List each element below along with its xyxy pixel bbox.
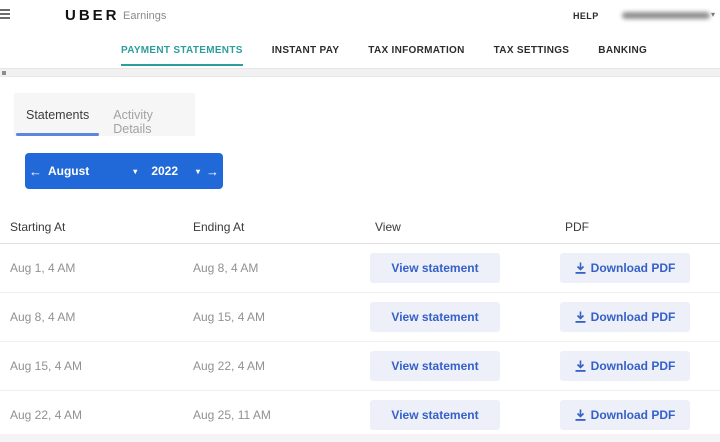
tab-instant-pay[interactable]: INSTANT PAY <box>272 33 340 72</box>
user-account-redacted[interactable] <box>622 12 710 19</box>
download-pdf-label: Download PDF <box>591 261 676 275</box>
uber-logo: UBER <box>65 7 120 24</box>
date-selector: ← August ▾ 2022 ▾ → <box>25 153 223 189</box>
starting-at-value: Aug 22, 4 AM <box>10 408 193 422</box>
ending-at-value: Aug 15, 4 AM <box>193 310 370 324</box>
month-caret-icon[interactable]: ▾ <box>133 167 137 176</box>
view-statement-button[interactable]: View statement <box>370 253 500 283</box>
tab-tax-settings[interactable]: TAX SETTINGS <box>494 33 570 72</box>
tab-payment-statements[interactable]: PAYMENT STATEMENTS <box>121 33 243 72</box>
hamburger-menu-icon[interactable] <box>0 9 10 21</box>
year-caret-icon[interactable]: ▾ <box>196 167 200 176</box>
statements-subtabs: Statements Activity Details <box>14 93 195 136</box>
month-dropdown[interactable]: August <box>48 164 89 178</box>
horizontal-scrollbar[interactable] <box>0 68 720 77</box>
tab-banking[interactable]: BANKING <box>598 33 647 72</box>
view-statement-button[interactable]: View statement <box>370 400 500 430</box>
column-header-pdf: PDF <box>560 220 720 234</box>
starting-at-value: Aug 8, 4 AM <box>10 310 193 324</box>
subtab-statements[interactable]: Statements <box>14 93 101 136</box>
table-header-row: Starting At Ending At View PDF <box>0 210 720 243</box>
earnings-page: UBER Earnings HELP ▾ PAYMENT STATEMENTS … <box>0 0 720 442</box>
ending-at-value: Aug 22, 4 AM <box>193 359 370 373</box>
view-statement-button[interactable]: View statement <box>370 302 500 332</box>
download-pdf-label: Download PDF <box>591 310 676 324</box>
view-statement-label: View statement <box>391 310 478 324</box>
download-icon <box>575 409 586 421</box>
view-statement-button[interactable]: View statement <box>370 351 500 381</box>
download-pdf-button[interactable]: Download PDF <box>560 351 690 381</box>
download-icon <box>575 262 586 274</box>
table-row: Aug 22, 4 AM Aug 25, 11 AM View statemen… <box>0 391 720 440</box>
table-row: Aug 15, 4 AM Aug 22, 4 AM View statement… <box>0 342 720 391</box>
product-title: Earnings <box>123 10 166 22</box>
main-nav-tabs: PAYMENT STATEMENTS INSTANT PAY TAX INFOR… <box>121 33 647 72</box>
download-pdf-button[interactable]: Download PDF <box>560 400 690 430</box>
download-pdf-label: Download PDF <box>591 359 676 373</box>
help-link[interactable]: HELP <box>573 11 599 21</box>
chevron-down-icon: ▾ <box>711 10 715 19</box>
download-icon <box>575 311 586 323</box>
download-pdf-label: Download PDF <box>591 408 676 422</box>
view-statement-label: View statement <box>391 261 478 275</box>
view-statement-label: View statement <box>391 408 478 422</box>
tab-tax-information[interactable]: TAX INFORMATION <box>368 33 464 72</box>
starting-at-value: Aug 15, 4 AM <box>10 359 193 373</box>
table-row: Aug 1, 4 AM Aug 8, 4 AM View statement D… <box>0 244 720 293</box>
view-statement-label: View statement <box>391 359 478 373</box>
ending-at-value: Aug 8, 4 AM <box>193 261 370 275</box>
column-header-ending-at: Ending At <box>193 220 370 234</box>
scrollbar-thumb[interactable] <box>2 71 6 75</box>
column-header-starting-at: Starting At <box>10 220 193 234</box>
ending-at-value: Aug 25, 11 AM <box>193 408 370 422</box>
next-row-edge <box>0 434 720 442</box>
next-month-arrow-icon[interactable]: → <box>202 164 223 179</box>
starting-at-value: Aug 1, 4 AM <box>10 261 193 275</box>
subtab-activity-details[interactable]: Activity Details <box>101 93 195 136</box>
download-icon <box>575 360 586 372</box>
download-pdf-button[interactable]: Download PDF <box>560 302 690 332</box>
year-dropdown[interactable]: 2022 <box>151 164 178 178</box>
table-row: Aug 8, 4 AM Aug 15, 4 AM View statement … <box>0 293 720 342</box>
download-pdf-button[interactable]: Download PDF <box>560 253 690 283</box>
previous-month-arrow-icon[interactable]: ← <box>25 164 46 179</box>
top-bar: UBER Earnings HELP ▾ <box>0 0 720 30</box>
column-header-view: View <box>370 220 560 234</box>
statements-table: Starting At Ending At View PDF Aug 1, 4 … <box>0 210 720 440</box>
